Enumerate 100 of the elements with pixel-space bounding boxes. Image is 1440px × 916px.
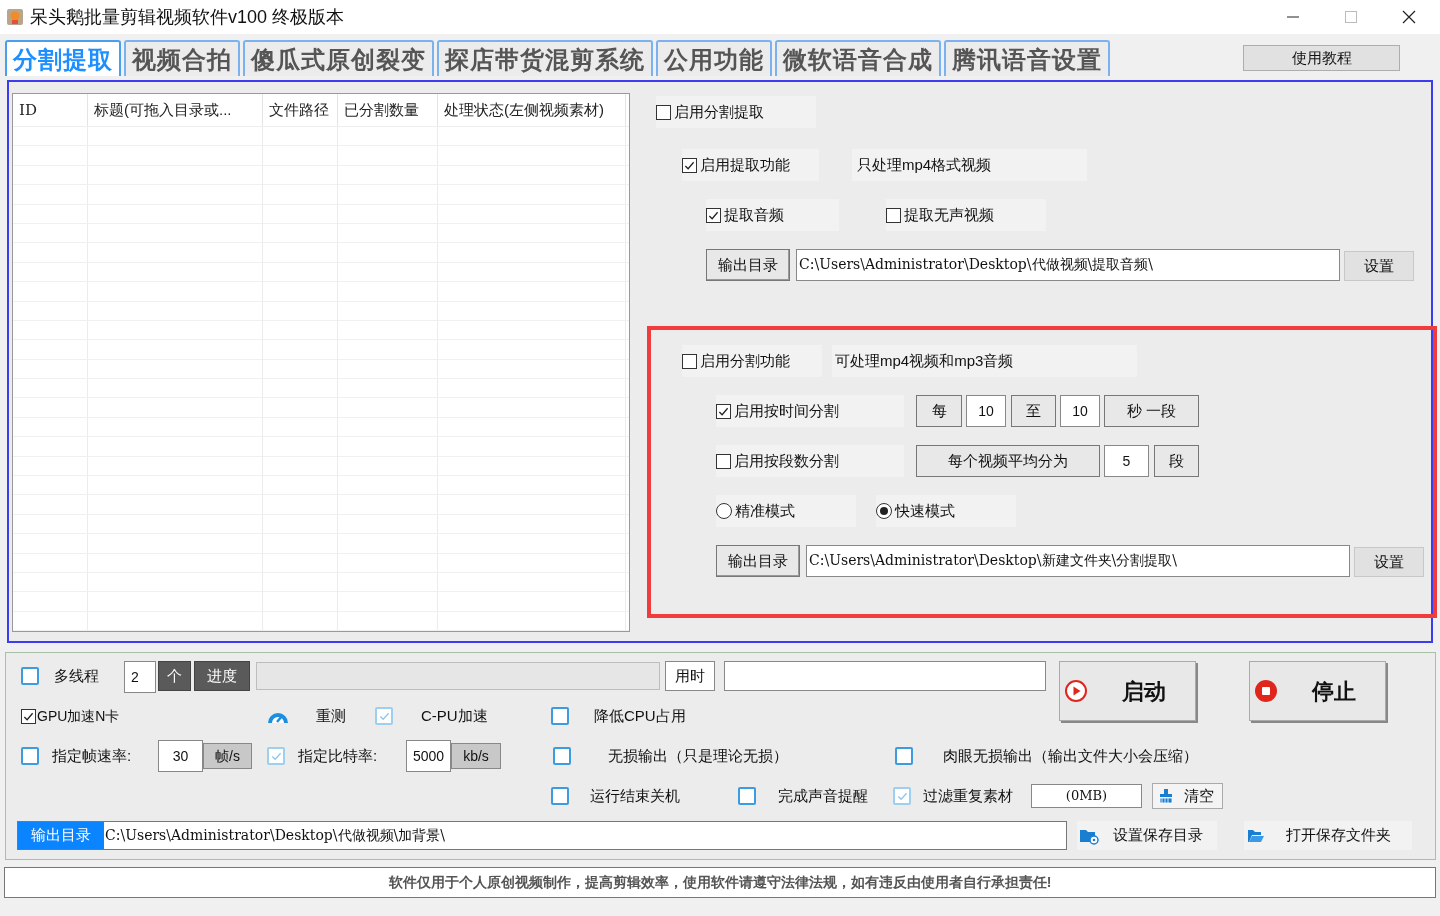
- stop-button[interactable]: 停止: [1249, 661, 1386, 721]
- maximize-icon: [1344, 10, 1358, 24]
- checkbox-label[interactable]: 提取无声视频: [904, 203, 994, 227]
- clear-label: 清空: [1184, 785, 1214, 806]
- stop-icon: [1254, 679, 1278, 703]
- checkmark-icon: [23, 710, 34, 722]
- checkbox[interactable]: [716, 453, 731, 469]
- number-field[interactable]: 5000: [406, 740, 451, 772]
- checkbox-label[interactable]: 无损输出（只是理论无损）: [608, 744, 788, 768]
- checkbox[interactable]: [551, 707, 569, 725]
- number-field[interactable]: 30: [158, 740, 203, 772]
- number-field[interactable]: 10: [1060, 395, 1100, 427]
- segments-button[interactable]: 每个视频平均分为: [916, 445, 1100, 477]
- every-button[interactable]: 每: [916, 395, 962, 427]
- clear-button[interactable]: 清空: [1152, 783, 1223, 809]
- radio-label[interactable]: 精准模式: [735, 499, 795, 523]
- checkbox-label[interactable]: 启用按时间分割: [734, 399, 839, 423]
- to-button[interactable]: 至: [1011, 395, 1056, 427]
- tab[interactable]: 公用功能: [656, 40, 772, 76]
- column-header[interactable]: 标题(可拖入目录或...: [88, 94, 263, 126]
- checkbox-label[interactable]: 启用提取功能: [700, 153, 790, 177]
- column-header[interactable]: 处理状态(左侧视频素材): [438, 94, 626, 126]
- close-icon: [1402, 10, 1416, 24]
- output-path-text: C:\Users\Administrator\Desktop\代做视频\加背景\: [104, 826, 445, 845]
- column-header[interactable]: 已分割数量: [338, 94, 438, 126]
- unit-label: kb/s: [451, 743, 501, 769]
- app-icon: [6, 8, 24, 26]
- output-dir-button[interactable]: 输出目录: [706, 249, 790, 281]
- checkbox[interactable]: [895, 747, 913, 765]
- checkbox[interactable]: [21, 667, 39, 685]
- broom-icon: [1158, 788, 1174, 804]
- unit-button[interactable]: 个: [158, 661, 191, 691]
- set-button[interactable]: 设置: [1344, 251, 1414, 281]
- play-icon: [1064, 679, 1088, 703]
- note-text: 可处理mp4视频和mp3音频: [832, 345, 1137, 377]
- output-dir-button[interactable]: 输出目录: [716, 545, 800, 577]
- checkbox-label[interactable]: 启用分割提取: [674, 100, 764, 124]
- checkbox[interactable]: [21, 708, 36, 724]
- cache-size-field: (0MB): [1031, 784, 1142, 808]
- checkbox[interactable]: [656, 104, 671, 120]
- help-button[interactable]: 使用教程: [1243, 45, 1400, 71]
- open-save-folder-button[interactable]: 打开保存文件夹: [1244, 821, 1412, 850]
- checkmark-icon: [708, 209, 719, 221]
- output-path-field[interactable]: C:\Users\Administrator\Desktop\代做视频\提取音频\: [796, 249, 1340, 281]
- unit-button[interactable]: 秒 一段: [1104, 395, 1199, 427]
- number-field[interactable]: 2: [124, 661, 156, 693]
- checkbox[interactable]: [682, 353, 697, 369]
- output-path-field[interactable]: 输出目录 C:\Users\Administrator\Desktop\代做视频\加背景\: [17, 821, 1067, 850]
- checkbox-label[interactable]: GPU加速N卡: [37, 705, 120, 727]
- number-field[interactable]: 10: [966, 395, 1006, 427]
- checkbox[interactable]: [706, 207, 721, 223]
- checkbox-label[interactable]: 指定比特率:: [298, 744, 378, 768]
- checkmark-icon: [378, 710, 390, 722]
- unit-button[interactable]: 段: [1154, 445, 1199, 477]
- time-button[interactable]: 用时: [665, 661, 715, 691]
- start-button[interactable]: 启动: [1059, 661, 1196, 721]
- checkbox-label[interactable]: 降低CPU占用: [594, 704, 686, 728]
- output-path-field[interactable]: C:\Users\Administrator\Desktop\新建文件夹\分割提取\: [806, 545, 1350, 577]
- checkbox[interactable]: [886, 207, 901, 223]
- stop-label: 停止: [1312, 677, 1356, 706]
- button-label: 设置保存目录: [1113, 825, 1203, 846]
- checkbox-label[interactable]: 启用按段数分割: [734, 449, 839, 473]
- start-label: 启动: [1122, 677, 1166, 706]
- checkbox[interactable]: [553, 747, 571, 765]
- checkbox-label[interactable]: 多线程: [54, 664, 99, 688]
- tab[interactable]: 傻瓜式原创裂变: [243, 40, 434, 76]
- checkbox-label[interactable]: C-PU加速: [421, 704, 488, 728]
- checkbox[interactable]: [551, 787, 569, 805]
- output-dir-label: 输出目录: [18, 822, 104, 849]
- radio-button[interactable]: [716, 503, 732, 519]
- progress-button[interactable]: 进度: [194, 661, 250, 691]
- number-field[interactable]: 5: [1104, 445, 1149, 477]
- column-header[interactable]: 文件路径: [263, 94, 338, 126]
- checkbox[interactable]: [716, 403, 731, 419]
- tab[interactable]: 腾讯语音设置: [944, 40, 1110, 76]
- button-label: 打开保存文件夹: [1286, 825, 1391, 846]
- disclaimer-text: 软件仅用于个人原创视频制作，提高剪辑效率，使用软件请遵守法律法规，如有违反由使用者自行承担责任!: [4, 867, 1436, 898]
- tab[interactable]: 探店带货混剪系统: [437, 40, 653, 76]
- checkbox-label[interactable]: 完成声音提醒: [778, 784, 868, 808]
- checkbox[interactable]: [21, 747, 39, 765]
- column-header[interactable]: ID: [13, 94, 88, 126]
- checkbox[interactable]: [682, 157, 697, 173]
- checkbox-label[interactable]: 过滤重复素材: [923, 784, 1013, 808]
- tab[interactable]: 微软语音合成: [775, 40, 941, 76]
- checkmark-icon: [896, 790, 908, 802]
- set-save-dir-button[interactable]: 设置保存目录: [1077, 821, 1217, 850]
- checkbox-label[interactable]: 启用分割功能: [700, 349, 790, 373]
- folder-icon: [1247, 827, 1265, 844]
- radio-button[interactable]: [876, 503, 892, 519]
- radio-label[interactable]: 快速模式: [895, 499, 955, 523]
- checkbox-label[interactable]: 肉眼无损输出（输出文件大小会压缩）: [943, 744, 1198, 768]
- unit-label: 帧/s: [203, 743, 252, 769]
- set-button[interactable]: 设置: [1354, 547, 1424, 577]
- checkbox-label[interactable]: 提取音频: [724, 203, 784, 227]
- checkbox-label[interactable]: 指定帧速率:: [52, 744, 132, 768]
- tab[interactable]: 视频合拍: [124, 40, 240, 76]
- retest-button[interactable]: 重测: [314, 704, 348, 728]
- checkbox-label[interactable]: 运行结束关机: [590, 784, 680, 808]
- checkbox[interactable]: [738, 787, 756, 805]
- checkmark-icon: [718, 405, 729, 417]
